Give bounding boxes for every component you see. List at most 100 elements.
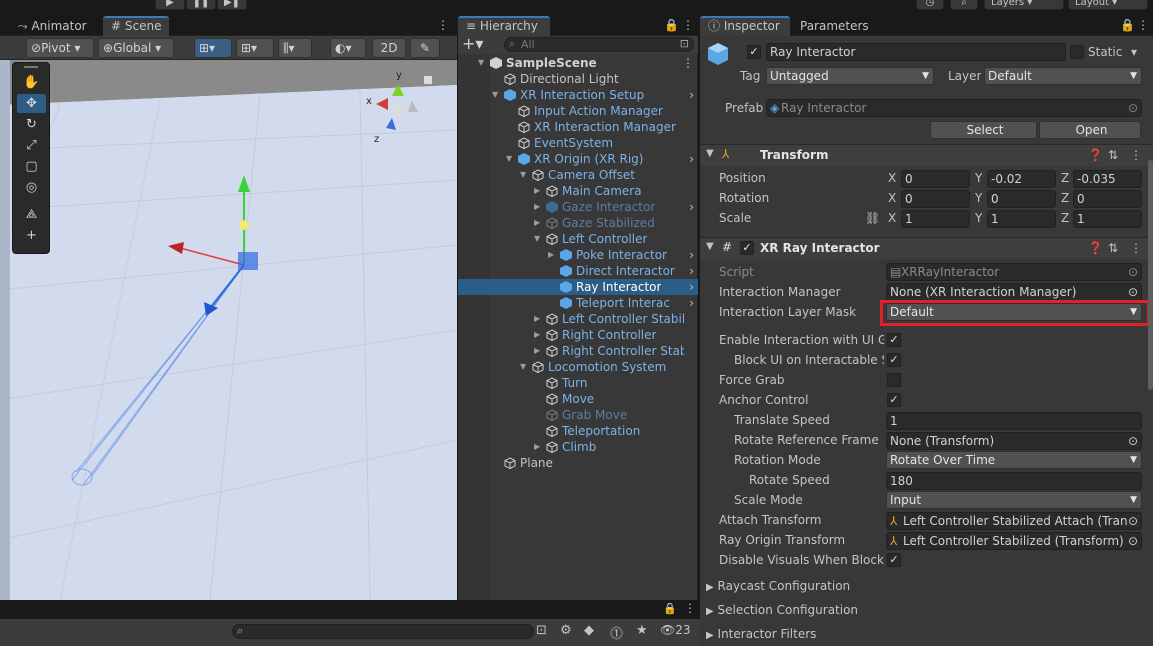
lock-icon[interactable]: 🔒 xyxy=(663,602,677,615)
scale-mode-dropdown[interactable]: Input ▼ xyxy=(886,491,1142,509)
bottom-menu-icon[interactable]: ⋮ xyxy=(684,601,696,615)
tab-animator[interactable]: ⤳ Animator xyxy=(10,16,95,36)
transform-position-x-field[interactable]: 0 xyxy=(901,170,970,188)
open-prefab-chevron-icon[interactable]: › xyxy=(689,295,694,311)
play-button[interactable]: ▶ xyxy=(155,0,185,10)
hierarchy-search-input[interactable]: ⌕ All ⊡ xyxy=(504,37,694,52)
expand-right-icon[interactable]: ▶ xyxy=(534,439,540,455)
block-ui-checkbox[interactable]: ✓ xyxy=(887,353,901,367)
hierarchy-row[interactable]: ▶ Climb xyxy=(458,439,698,455)
ray-origin-transform-field[interactable]: ⅄ Left Controller Stabilized (Transform) ⊙ xyxy=(886,532,1142,550)
expand-right-icon[interactable]: ▶ xyxy=(534,199,540,215)
hierarchy-row[interactable]: ▶ Left Controller Stabiliz xyxy=(458,311,698,327)
layers-dropdown[interactable]: Layers ▾ xyxy=(984,0,1064,10)
hierarchy-row[interactable]: ▼ XR Origin (XR Rig) › xyxy=(458,151,698,167)
favorite-icon[interactable]: ★ xyxy=(636,623,648,638)
add-icon[interactable]: +▾ xyxy=(462,36,483,52)
hierarchy-row[interactable]: ▶ Right Controller Stabi xyxy=(458,343,698,359)
component-menu-icon[interactable]: ⋮ xyxy=(1130,148,1142,162)
scale-tool-icon[interactable]: ⤢ xyxy=(17,136,46,155)
open-prefab-chevron-icon[interactable]: › xyxy=(689,247,694,263)
object-name-field[interactable]: Ray Interactor xyxy=(766,43,1066,61)
hierarchy-row[interactable]: Directional Light xyxy=(458,71,698,87)
force-grab-checkbox[interactable] xyxy=(887,373,901,387)
anchor-control-checkbox[interactable]: ✓ xyxy=(887,393,901,407)
transform-header[interactable]: ▼ ⅄ Transform ❓ ⇅ ⋮ xyxy=(700,144,1153,166)
tab-scene[interactable]: # Scene xyxy=(103,16,169,36)
foldout-section[interactable]: ▶ Selection Configuration xyxy=(706,603,858,617)
search-filter-icon[interactable]: ⊡ xyxy=(680,37,689,50)
snap-settings-button[interactable]: ⊞▾ xyxy=(236,38,274,58)
open-button[interactable]: Open xyxy=(1039,121,1141,139)
hierarchy-row[interactable]: ▼ Camera Offset xyxy=(458,167,698,183)
expand-down-icon[interactable]: ▼ xyxy=(520,359,526,375)
tab-inspector[interactable]: ⓘ Inspector xyxy=(700,16,790,36)
expand-right-icon[interactable]: ▶ xyxy=(534,343,540,359)
transform-rotation-y-field[interactable]: 0 xyxy=(987,190,1056,208)
2d-toggle[interactable]: 2D xyxy=(372,38,406,58)
interaction-manager-field[interactable]: None (XR Interaction Manager) ⊙ xyxy=(886,283,1142,301)
lighting-toggle-icon[interactable]: ✎ xyxy=(410,38,440,58)
increment-snap-button[interactable]: ⫼▾ xyxy=(278,38,312,58)
open-prefab-chevron-icon[interactable]: › xyxy=(689,199,694,215)
expand-right-icon[interactable]: ▶ xyxy=(534,215,540,231)
hierarchy-row[interactable]: Move xyxy=(458,391,698,407)
hand-tool-icon[interactable]: ✋ xyxy=(17,73,46,92)
hierarchy-row[interactable]: ▶ Gaze Stabilized xyxy=(458,215,698,231)
object-picker-icon[interactable]: ⊙ xyxy=(1128,284,1138,300)
constrain-proportions-icon[interactable]: ⛓ xyxy=(865,211,880,225)
hierarchy-row[interactable]: Input Action Manager xyxy=(458,103,698,119)
expand-down-icon[interactable]: ▼ xyxy=(492,87,498,103)
hierarchy-row[interactable]: Plane xyxy=(458,455,698,471)
lock-icon[interactable]: 🔒 xyxy=(664,16,679,34)
prefab-field[interactable]: ◈ Ray Interactor ⊙ xyxy=(766,99,1142,117)
open-prefab-chevron-icon[interactable]: › xyxy=(689,263,694,279)
inspector-lock-icon[interactable]: 🔒 xyxy=(1120,16,1135,34)
open-prefab-chevron-icon[interactable]: › xyxy=(689,279,694,295)
transform-position-z-field[interactable]: -0.035 xyxy=(1073,170,1142,188)
step-button[interactable]: ▶❚ xyxy=(217,0,247,10)
inspector-scrollbar[interactable] xyxy=(1148,160,1153,390)
layout-dropdown[interactable]: Layout ▾ xyxy=(1068,0,1148,10)
type-filter-icon[interactable]: ⚙ xyxy=(560,623,572,638)
hierarchy-row[interactable]: Direct Interactor › xyxy=(458,263,698,279)
hierarchy-row[interactable]: Ray Interactor › xyxy=(458,279,698,295)
hierarchy-row[interactable]: XR Interaction Manager xyxy=(458,119,698,135)
label-filter-icon[interactable]: ◆ xyxy=(584,623,594,638)
hierarchy-row[interactable]: ▶ Main Camera xyxy=(458,183,698,199)
transform-rotation-x-field[interactable]: 0 xyxy=(901,190,970,208)
scene-menu-icon[interactable]: ⋮ xyxy=(682,55,694,71)
hierarchy-row[interactable]: ▶ Poke Interactor › xyxy=(458,247,698,263)
attach-transform-field[interactable]: ⅄ Left Controller Stabilized Attach (Tran… xyxy=(886,512,1142,530)
pivot-dropdown[interactable]: ⊘Pivot ▾ xyxy=(26,38,94,58)
preset-icon[interactable]: ⇅ xyxy=(1108,148,1118,162)
expand-down-icon[interactable]: ▼ xyxy=(520,167,526,183)
scene-view[interactable]: y x z xyxy=(0,60,457,600)
rotate-tool-icon[interactable]: ↻ xyxy=(17,115,46,134)
move-tool-icon[interactable]: ✥ xyxy=(17,94,46,113)
hierarchy-menu-icon[interactable]: ⋮ xyxy=(682,16,694,34)
hierarchy-row[interactable]: Teleport Interac › xyxy=(458,295,698,311)
transform-scale-x-field[interactable]: 1 xyxy=(901,210,970,228)
draw-mode-button[interactable]: ◐▾ xyxy=(330,38,366,58)
tab-parameters[interactable]: Parameters xyxy=(792,16,877,36)
hierarchy-row[interactable]: EventSystem xyxy=(458,135,698,151)
component-menu-icon[interactable]: ⋮ xyxy=(1130,241,1142,255)
expand-down-icon[interactable]: ▼ xyxy=(478,55,484,71)
object-picker-icon[interactable]: ⊙ xyxy=(1128,433,1138,449)
open-prefab-chevron-icon[interactable]: › xyxy=(689,151,694,167)
tab-hierarchy[interactable]: ≡ Hierarchy xyxy=(458,16,550,36)
bottom-search-input[interactable]: ⌕ xyxy=(232,624,534,639)
custom-tool-icon[interactable]: ⟁ xyxy=(17,205,46,224)
expand-right-icon[interactable]: ▶ xyxy=(534,183,540,199)
hierarchy-row[interactable]: ▼ Left Controller xyxy=(458,231,698,247)
prefab-target-icon[interactable]: ⊙ xyxy=(1128,100,1138,116)
static-dropdown-icon[interactable]: ▾ xyxy=(1131,45,1137,59)
object-picker-icon[interactable]: ⊙ xyxy=(1127,533,1138,549)
xr-ray-interactor-header[interactable]: ▼ # ✓ XR Ray Interactor ❓ ⇅ ⋮ xyxy=(700,237,1153,259)
foldout-section[interactable]: ▶ Raycast Configuration xyxy=(706,579,850,593)
transform-scale-z-field[interactable]: 1 xyxy=(1073,210,1142,228)
warning-filter-icon[interactable]: ⓵ xyxy=(610,623,623,642)
hierarchy-row[interactable]: ▼ Locomotion System xyxy=(458,359,698,375)
component-enabled-checkbox[interactable]: ✓ xyxy=(740,241,754,255)
